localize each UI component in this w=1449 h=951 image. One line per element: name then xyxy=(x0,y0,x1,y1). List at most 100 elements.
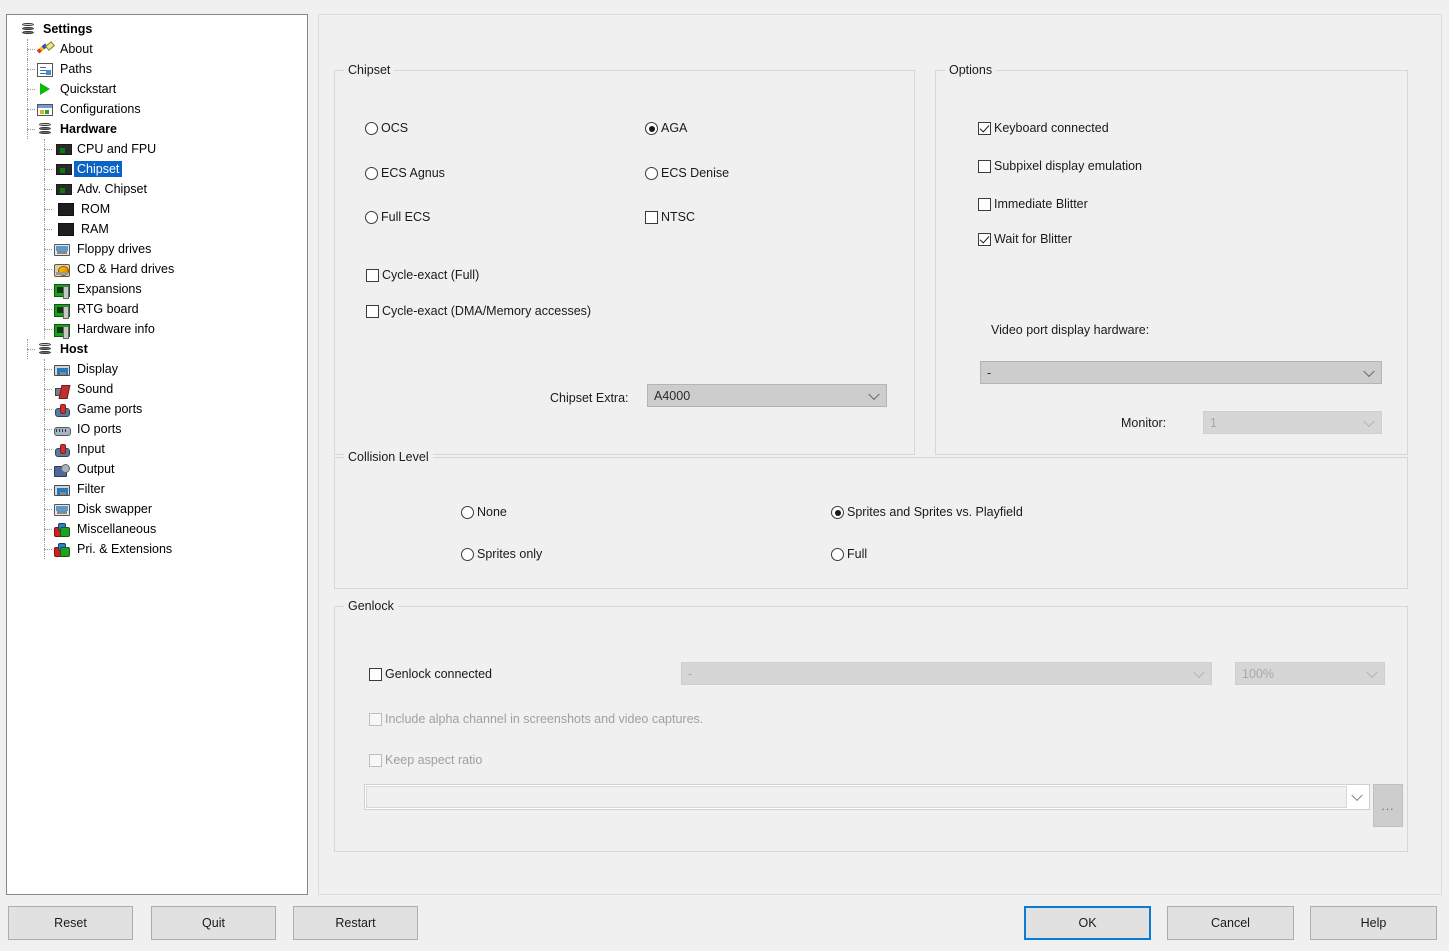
sidebar-item-paths[interactable]: Paths xyxy=(7,59,307,79)
sidebar-item-about[interactable]: About xyxy=(7,39,307,59)
settings-stack-icon xyxy=(37,341,53,357)
reset-button[interactable]: Reset xyxy=(8,906,133,940)
genlock-scale-combo[interactable]: 100% xyxy=(1235,662,1385,685)
ram-icon xyxy=(57,202,74,216)
chipset-extra-combo[interactable]: A4000 xyxy=(647,384,887,407)
help-button[interactable]: Help xyxy=(1310,906,1437,940)
chipset-groupbox: Chipset OCS ECS Agnus Full ECS AGA ECS D… xyxy=(334,63,915,455)
tree-connector-line xyxy=(44,369,52,370)
radio-full-ecs-indicator xyxy=(365,211,378,224)
sidebar-item-quickstart[interactable]: Quickstart xyxy=(7,79,307,99)
checkbox-cycle-exact-dma[interactable]: Cycle-exact (DMA/Memory accesses) xyxy=(366,304,591,319)
checkbox-keyboard-connected[interactable]: Keyboard connected xyxy=(978,121,1109,136)
restart-button[interactable]: Restart xyxy=(293,906,418,940)
sidebar-item-rtg-board[interactable]: RTG board xyxy=(7,299,307,319)
sidebar-item-adv-chipset[interactable]: Adv. Chipset xyxy=(7,179,307,199)
tree-connector-line xyxy=(27,129,35,130)
sidebar-item-configurations[interactable]: Configurations xyxy=(7,99,307,119)
tree-connector-line xyxy=(27,49,35,50)
sidebar-item-expansions[interactable]: Expansions xyxy=(7,279,307,299)
sidebar-item-sound[interactable]: Sound xyxy=(7,379,307,399)
sidebar-item-label: Hardware xyxy=(60,122,117,136)
checkbox-subpixel-display-emulation[interactable]: Subpixel display emulation xyxy=(978,159,1142,174)
genlock-file-combo[interactable] xyxy=(364,784,1370,810)
tree-connector-line xyxy=(44,189,52,190)
sidebar-item-chipset[interactable]: Chipset xyxy=(7,159,307,179)
checkbox-cycle-exact-full-indicator xyxy=(366,269,379,282)
radio-collision-full-label: Full xyxy=(847,547,868,561)
sidebar-item-label: Adv. Chipset xyxy=(77,182,147,196)
sidebar-item-label: IO ports xyxy=(77,422,122,436)
sidebar-item-hardware[interactable]: Hardware xyxy=(7,119,307,139)
checkbox-ntsc[interactable]: NTSC xyxy=(645,210,695,225)
radio-ecs-agnus[interactable]: ECS Agnus xyxy=(365,166,445,181)
sidebar-item-host[interactable]: Host xyxy=(7,339,307,359)
sidebar-item-input[interactable]: Input xyxy=(7,439,307,459)
misc-blocks-icon xyxy=(54,522,70,537)
misc-blocks-icon xyxy=(54,542,70,557)
cancel-button[interactable]: Cancel xyxy=(1167,906,1294,940)
sidebar-item-floppy-drives[interactable]: Floppy drives xyxy=(7,239,307,259)
sidebar-item-settings[interactable]: Settings xyxy=(7,19,307,39)
genlock-browse-button[interactable]: ... xyxy=(1373,784,1403,827)
radio-collision-sprites-playfield-label: Sprites and Sprites vs. Playfield xyxy=(847,505,1023,519)
monitor-icon xyxy=(54,484,70,496)
tree-connector-line xyxy=(44,199,45,219)
radio-collision-none-label: None xyxy=(477,505,507,519)
checkbox-cycle-exact-full[interactable]: Cycle-exact (Full) xyxy=(366,268,479,283)
radio-full-ecs[interactable]: Full ECS xyxy=(365,210,430,225)
sidebar-item-output[interactable]: Output xyxy=(7,459,307,479)
sidebar-item-pri-extensions[interactable]: Pri. & Extensions xyxy=(7,539,307,559)
checkbox-genlock-connected[interactable]: Genlock connected xyxy=(369,667,492,682)
tree-connector-line xyxy=(44,479,45,499)
sidebar-item-hardware-info[interactable]: Hardware info xyxy=(7,319,307,339)
tree-connector-line xyxy=(44,529,52,530)
quit-button[interactable]: Quit xyxy=(151,906,276,940)
chipset-extra-value: A4000 xyxy=(654,388,691,403)
monitor-combo[interactable]: 1 xyxy=(1203,411,1382,434)
sidebar-item-game-ports[interactable]: Game ports xyxy=(7,399,307,419)
ok-button[interactable]: OK xyxy=(1024,906,1151,940)
io-ports-icon xyxy=(54,424,71,437)
radio-collision-none[interactable]: None xyxy=(461,505,507,520)
radio-aga[interactable]: AGA xyxy=(645,121,687,136)
sidebar-item-miscellaneous[interactable]: Miscellaneous xyxy=(7,519,307,539)
quit-button-label: Quit xyxy=(202,916,225,930)
radio-collision-full-indicator xyxy=(831,548,844,561)
tree-connector-line xyxy=(44,519,45,539)
sidebar-item-cpu-and-fpu[interactable]: CPU and FPU xyxy=(7,139,307,159)
genlock-file-input[interactable] xyxy=(366,786,1347,808)
checkbox-keep-aspect-ratio-label: Keep aspect ratio xyxy=(385,753,483,767)
tree-connector-line xyxy=(44,209,52,210)
radio-collision-sprites-only[interactable]: Sprites only xyxy=(461,547,542,562)
radio-collision-sprites-playfield[interactable]: Sprites and Sprites vs. Playfield xyxy=(831,505,1023,520)
sidebar-item-io-ports[interactable]: IO ports xyxy=(7,419,307,439)
ram-icon xyxy=(57,222,74,236)
ok-button-label: OK xyxy=(1078,916,1097,930)
sidebar-item-ram[interactable]: RAM xyxy=(7,219,307,239)
tree-connector-line xyxy=(44,169,52,170)
checkbox-include-alpha-channel-indicator xyxy=(369,713,382,726)
checkbox-immediate-blitter[interactable]: Immediate Blitter xyxy=(978,197,1088,212)
sidebar-item-label: CD & Hard drives xyxy=(77,262,175,276)
checkbox-wait-for-blitter-indicator xyxy=(978,233,991,246)
checkbox-keep-aspect-ratio[interactable]: Keep aspect ratio xyxy=(369,753,482,768)
radio-collision-full[interactable]: Full xyxy=(831,547,867,562)
sidebar-item-filter[interactable]: Filter xyxy=(7,479,307,499)
tree-connector-line xyxy=(44,179,45,199)
sidebar-item-display[interactable]: Display xyxy=(7,359,307,379)
checkbox-include-alpha-channel[interactable]: Include alpha channel in screenshots and… xyxy=(369,712,703,727)
radio-ecs-denise[interactable]: ECS Denise xyxy=(645,166,729,181)
genlock-device-combo[interactable]: - xyxy=(681,662,1212,685)
video-port-display-hardware-combo[interactable]: - xyxy=(980,361,1382,384)
sidebar-item-disk-swapper[interactable]: Disk swapper xyxy=(7,499,307,519)
radio-ocs[interactable]: OCS xyxy=(365,121,408,136)
sidebar-item-cd-hard-drives[interactable]: CD & Hard drives xyxy=(7,259,307,279)
configurations-icon xyxy=(37,104,53,116)
sidebar-item-label: CPU and FPU xyxy=(77,142,157,156)
settings-tree-panel[interactable]: Settings About Paths Quickstart Configuratio… xyxy=(6,14,308,895)
checkbox-wait-for-blitter[interactable]: Wait for Blitter xyxy=(978,232,1072,247)
sidebar-item-rom[interactable]: ROM xyxy=(7,199,307,219)
tree-connector-line xyxy=(44,469,52,470)
sidebar-item-label: Miscellaneous xyxy=(77,522,157,536)
